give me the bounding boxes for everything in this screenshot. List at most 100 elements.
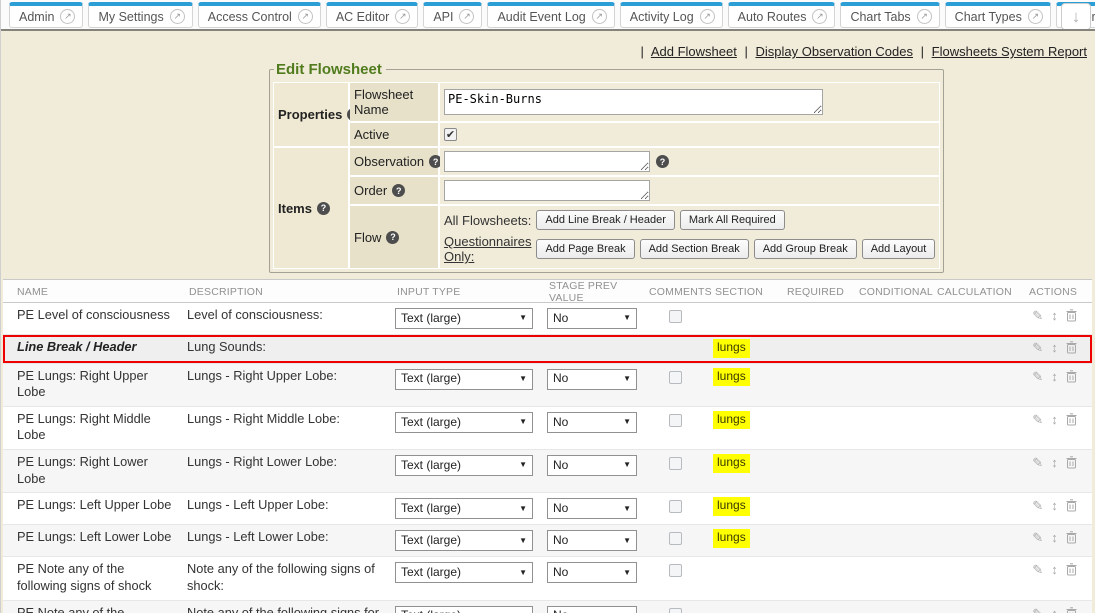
stage-prev-value-select[interactable]: No▼ xyxy=(547,562,637,583)
trash-icon[interactable] xyxy=(1066,456,1077,469)
edit-pencil-icon[interactable]: ✎ xyxy=(1032,309,1043,322)
move-row-icon[interactable]: ↕ xyxy=(1051,370,1058,383)
add-layout-button[interactable]: Add Layout xyxy=(862,239,936,259)
comments-checkbox[interactable] xyxy=(669,414,682,427)
comments-checkbox[interactable] xyxy=(669,608,682,613)
tab-activity-log[interactable]: Activity Log ↗ xyxy=(620,2,723,28)
external-link-icon[interactable]: ↗ xyxy=(592,9,607,24)
comments-checkbox[interactable] xyxy=(669,564,682,577)
input-type-select[interactable]: Text (large)▼ xyxy=(395,308,533,329)
input-type-select[interactable]: Text (large)▼ xyxy=(395,606,533,613)
input-type-select[interactable]: Text (large)▼ xyxy=(395,530,533,551)
move-row-icon[interactable]: ↕ xyxy=(1051,309,1058,322)
add-page-break-button[interactable]: Add Page Break xyxy=(536,239,634,259)
edit-pencil-icon[interactable]: ✎ xyxy=(1032,607,1043,613)
row-conditional-cell xyxy=(857,529,935,551)
move-row-icon[interactable]: ↕ xyxy=(1051,499,1058,512)
trash-icon[interactable] xyxy=(1066,499,1077,512)
external-link-icon[interactable]: ↗ xyxy=(700,9,715,24)
trash-icon[interactable] xyxy=(1066,370,1077,383)
stage-prev-value-select[interactable]: No▼ xyxy=(547,498,637,519)
trash-icon[interactable] xyxy=(1066,531,1077,544)
external-link-icon[interactable]: ↗ xyxy=(1028,9,1043,24)
trash-icon[interactable] xyxy=(1066,607,1077,613)
tab-chart-types[interactable]: Chart Types↗ xyxy=(945,2,1051,28)
stage-prev-value-select[interactable]: No▼ xyxy=(547,412,637,433)
stage-prev-value-select[interactable]: No▼ xyxy=(547,455,637,476)
display-observation-codes-link[interactable]: Display Observation Codes xyxy=(755,44,913,59)
move-row-icon[interactable]: ↕ xyxy=(1051,341,1058,354)
tab-audit-event-log[interactable]: Audit Event Log↗ xyxy=(487,2,614,28)
tab-my-settings[interactable]: My Settings↗ xyxy=(88,2,192,28)
comments-checkbox[interactable] xyxy=(669,532,682,545)
tab-ac-editor[interactable]: AC Editor↗ xyxy=(326,2,419,28)
flowsheet-name-input[interactable]: PE-Skin-Burns xyxy=(444,89,823,115)
external-link-icon[interactable]: ↗ xyxy=(812,9,827,24)
select-arrow-icon: ▼ xyxy=(519,460,527,470)
move-row-icon[interactable]: ↕ xyxy=(1051,607,1058,613)
edit-pencil-icon[interactable]: ✎ xyxy=(1032,413,1043,426)
add-section-break-button[interactable]: Add Section Break xyxy=(640,239,749,259)
trash-icon[interactable] xyxy=(1066,341,1077,354)
tab-chart-tabs[interactable]: Chart Tabs↗ xyxy=(840,2,939,28)
edit-pencil-icon[interactable]: ✎ xyxy=(1032,531,1043,544)
help-icon[interactable]: ? xyxy=(656,155,669,168)
help-icon[interactable]: ? xyxy=(317,202,330,215)
stage-prev-value-select[interactable]: No▼ xyxy=(547,308,637,329)
row-calculation-cell xyxy=(935,605,1027,613)
comments-checkbox[interactable] xyxy=(669,371,682,384)
edit-pencil-icon[interactable]: ✎ xyxy=(1032,563,1043,576)
mark-all-required-button[interactable]: Mark All Required xyxy=(680,210,785,230)
edit-pencil-icon[interactable]: ✎ xyxy=(1032,499,1043,512)
input-type-select[interactable]: Text (large)▼ xyxy=(395,562,533,583)
input-type-select[interactable]: Text (large)▼ xyxy=(395,369,533,390)
external-link-icon[interactable]: ↗ xyxy=(298,9,313,24)
stage-prev-value-select[interactable]: No▼ xyxy=(547,369,637,390)
input-type-select[interactable]: Text (large)▼ xyxy=(395,455,533,476)
edit-pencil-icon[interactable]: ✎ xyxy=(1032,341,1043,354)
move-row-icon[interactable]: ↕ xyxy=(1051,413,1058,426)
tab-auto-routes[interactable]: Auto Routes↗ xyxy=(728,2,836,28)
edit-pencil-icon[interactable]: ✎ xyxy=(1032,370,1043,383)
add-group-break-button[interactable]: Add Group Break xyxy=(754,239,857,259)
tab-admin[interactable]: Admin↗ xyxy=(9,2,83,28)
row-actions-cell: ✎↕ xyxy=(1027,411,1092,444)
active-checkbox[interactable]: ✔ xyxy=(444,128,457,141)
trash-icon[interactable] xyxy=(1066,563,1077,576)
order-input[interactable] xyxy=(444,180,650,201)
move-row-icon[interactable]: ↕ xyxy=(1051,531,1058,544)
external-link-icon[interactable]: ↗ xyxy=(170,9,185,24)
add-flowsheet-link[interactable]: Add Flowsheet xyxy=(651,44,737,59)
external-link-icon[interactable]: ↗ xyxy=(917,9,932,24)
tab-scroll-down-button[interactable]: ↓ xyxy=(1061,3,1091,30)
tab-api[interactable]: API↗ xyxy=(423,2,482,28)
observation-input[interactable] xyxy=(444,151,650,172)
external-link-icon[interactable]: ↗ xyxy=(459,9,474,24)
comments-checkbox[interactable] xyxy=(669,500,682,513)
link-separator: | xyxy=(641,44,644,59)
add-line-break-header-button[interactable]: Add Line Break / Header xyxy=(536,210,674,230)
external-link-icon[interactable]: ↗ xyxy=(395,9,410,24)
stage-prev-value-select[interactable]: No▼ xyxy=(547,606,637,613)
comments-checkbox[interactable] xyxy=(669,457,682,470)
external-link-icon[interactable]: ↗ xyxy=(60,9,75,24)
stage-prev-value-select[interactable]: No▼ xyxy=(547,530,637,551)
flowsheets-system-report-link[interactable]: Flowsheets System Report xyxy=(932,44,1087,59)
row-required-cell xyxy=(785,497,857,519)
trash-icon[interactable] xyxy=(1066,413,1077,426)
move-row-icon[interactable]: ↕ xyxy=(1051,563,1058,576)
tab-access-control[interactable]: Access Control↗ xyxy=(198,2,321,28)
items-label-text: Items xyxy=(278,201,312,216)
tab-label: Activity Log xyxy=(630,10,694,24)
edit-pencil-icon[interactable]: ✎ xyxy=(1032,456,1043,469)
help-icon[interactable]: ? xyxy=(392,184,405,197)
comments-checkbox[interactable] xyxy=(669,310,682,323)
row-name-cell: PE Lungs: Right Middle Lobe xyxy=(3,411,187,444)
move-row-icon[interactable]: ↕ xyxy=(1051,456,1058,469)
column-header-section: SECTION xyxy=(713,286,785,298)
trash-icon[interactable] xyxy=(1066,309,1077,322)
row-name-cell: PE Lungs: Right Upper Lobe xyxy=(3,368,187,401)
input-type-select[interactable]: Text (large)▼ xyxy=(395,412,533,433)
input-type-select[interactable]: Text (large)▼ xyxy=(395,498,533,519)
help-icon[interactable]: ? xyxy=(386,231,399,244)
